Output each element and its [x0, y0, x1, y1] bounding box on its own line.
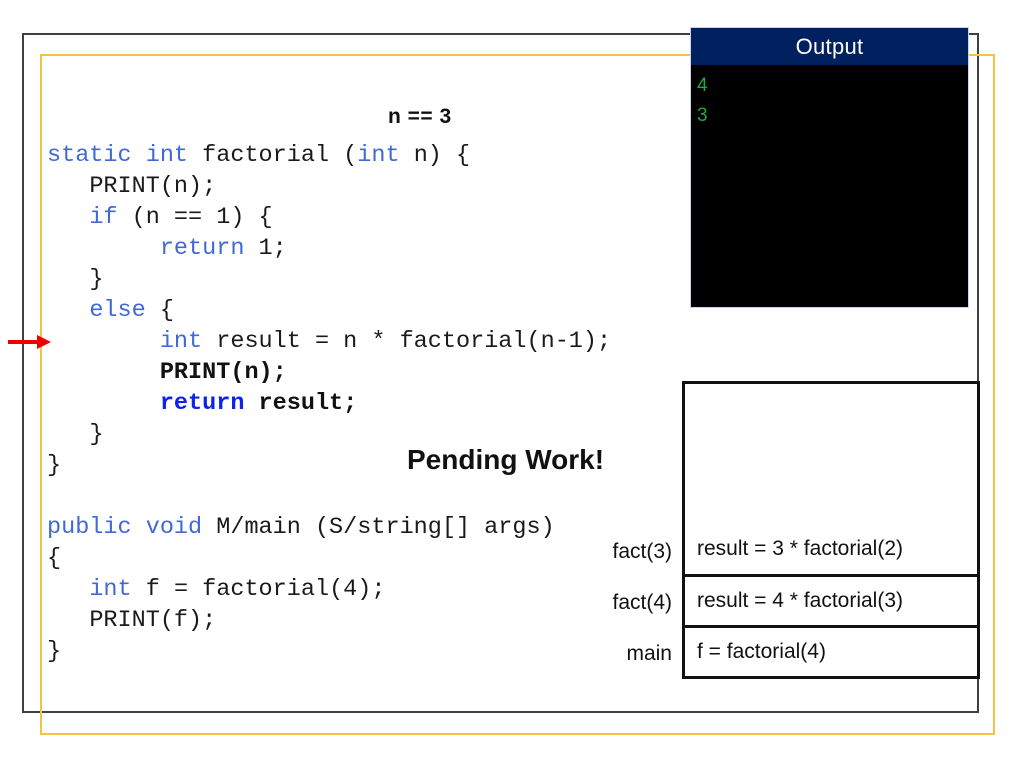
code-line: return result;	[47, 388, 647, 419]
code-token: n) {	[413, 142, 471, 169]
code-line: PRINT(n);	[47, 171, 647, 202]
call-stack-diagram: fact(3) fact(4) main result = 3 * factoria…	[596, 381, 986, 681]
code-token: (n == 1) {	[131, 204, 273, 231]
code-token: PRINT(n);	[47, 173, 217, 200]
code-token: int	[145, 142, 203, 169]
call-stack-frame-label: fact(3)	[612, 539, 672, 563]
code-token: PRINT(f);	[47, 607, 217, 634]
code-line: return 1;	[47, 233, 647, 264]
code-token: {	[159, 297, 174, 324]
pending-work-label: Pending Work!	[407, 444, 605, 475]
output-console-body: 43	[691, 65, 968, 131]
code-line: public void M/main (S/string[] args)	[47, 512, 647, 543]
code-line: }	[47, 264, 647, 295]
code-token: }	[47, 638, 62, 665]
code-token: PRINT(n);	[47, 359, 287, 386]
code-token: else	[89, 297, 160, 324]
code-line: int f = factorial(4);	[47, 574, 647, 605]
call-stack-frame-label: fact(4)	[612, 590, 672, 614]
code-token: result = n * factorial(n-1);	[216, 328, 612, 355]
code-line: {	[47, 543, 647, 574]
output-title-bar: Output	[691, 28, 968, 65]
code-token: f = factorial(4);	[145, 576, 386, 603]
call-stack-frame: result = 4 * factorial(3)	[685, 574, 977, 625]
output-console-panel: Output 43	[690, 27, 969, 308]
code-token: void	[145, 514, 217, 541]
code-token: factorial (	[202, 142, 358, 169]
code-token: return	[159, 235, 259, 262]
code-token: public	[47, 514, 146, 541]
code-token: M/main (S/string[] args)	[216, 514, 555, 541]
code-token: return	[159, 390, 259, 417]
code-line: int result = n * factorial(n-1);	[47, 326, 647, 357]
code-token: }	[47, 421, 104, 448]
call-stack-frame: result = 3 * factorial(2)	[697, 536, 904, 560]
source-code-block: static int factorial (int n) { PRINT(n);…	[47, 140, 647, 667]
code-token: int	[89, 576, 146, 603]
code-line: }	[47, 636, 647, 667]
code-token: }	[47, 452, 62, 479]
parameter-annotation: n == 3	[388, 105, 452, 128]
call-stack-box: result = 3 * factorial(2) result = 4 * fa…	[682, 381, 980, 679]
code-line: else {	[47, 295, 647, 326]
code-line: PRINT(n);	[47, 357, 647, 388]
code-token: if	[89, 204, 132, 231]
call-stack-frame: f = factorial(4)	[685, 625, 977, 676]
code-line: PRINT(f);	[47, 605, 647, 636]
code-token: }	[47, 266, 104, 293]
slide-canvas: n == 3 static int factorial (int n) { PR…	[0, 0, 1024, 768]
code-line: static int factorial (int n) {	[47, 140, 647, 171]
code-token: static	[47, 142, 146, 169]
call-stack-labels: fact(3) fact(4) main	[596, 381, 678, 679]
code-line: if (n == 1) {	[47, 202, 647, 233]
code-token: 1;	[258, 235, 287, 262]
code-token: result;	[258, 390, 358, 417]
code-token: int	[357, 142, 414, 169]
call-stack-frame-label: main	[626, 641, 672, 665]
execution-pointer-arrow-icon	[8, 335, 51, 349]
output-line: 4	[697, 75, 708, 96]
code-token: int	[159, 328, 217, 355]
code-token: {	[47, 545, 62, 572]
output-line: 3	[697, 105, 708, 126]
